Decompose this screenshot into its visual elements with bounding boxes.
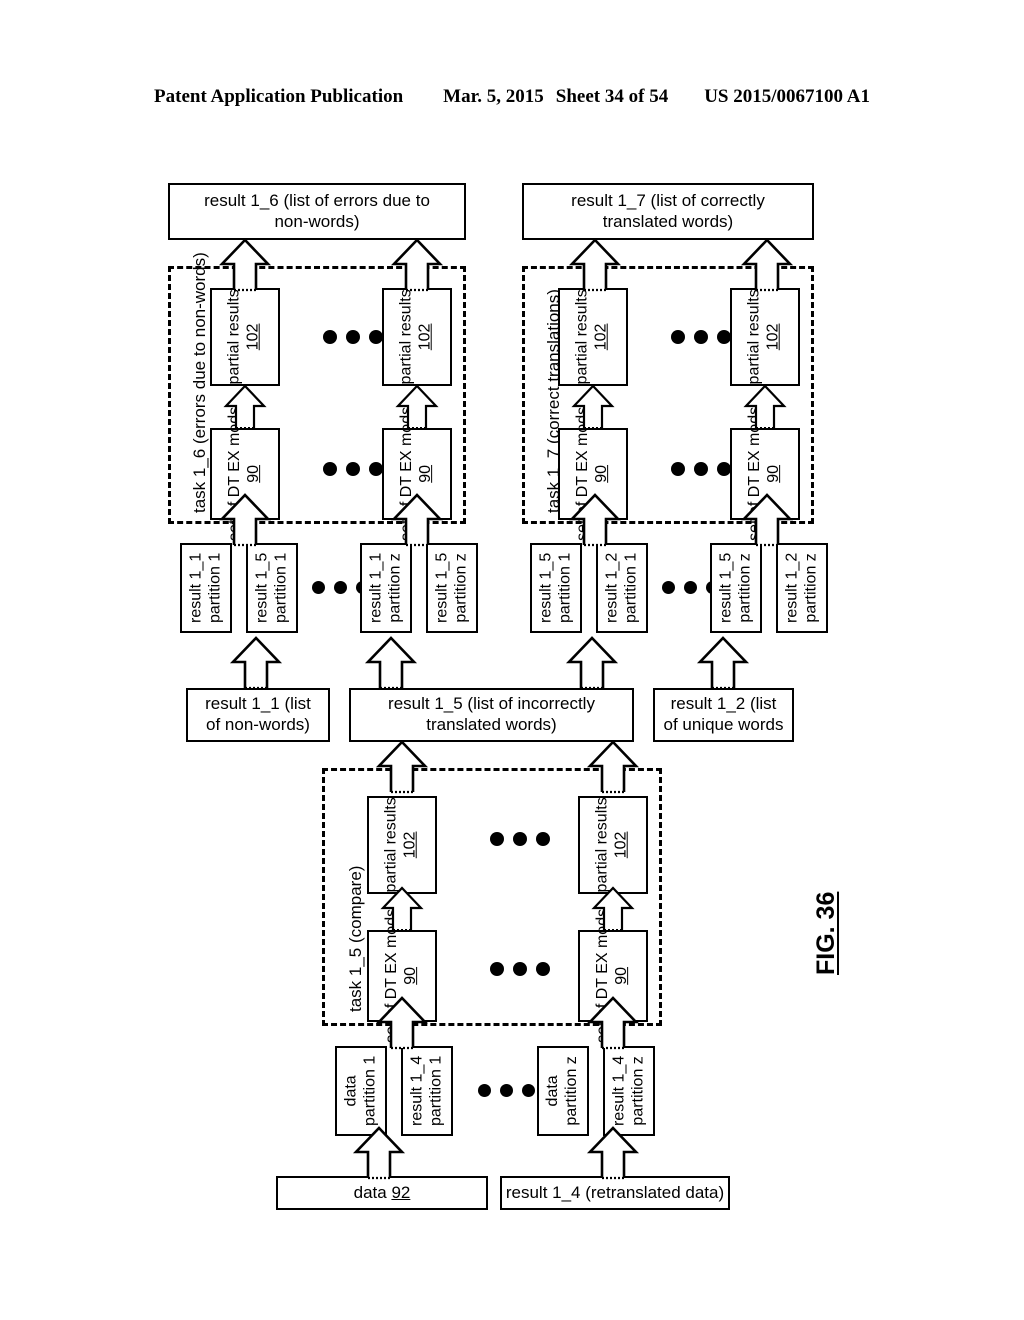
arrows-layer (220, 238, 792, 1180)
